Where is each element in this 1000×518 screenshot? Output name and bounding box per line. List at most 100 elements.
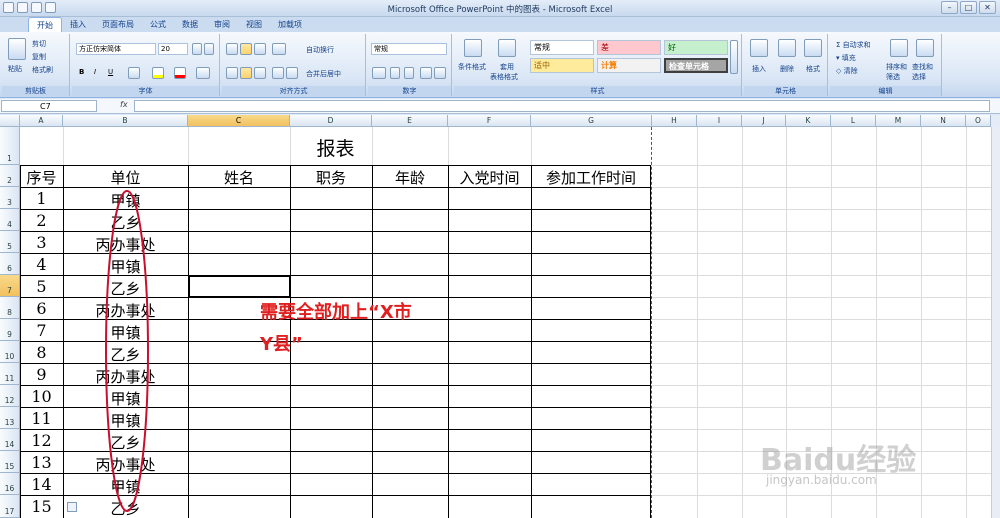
style-good[interactable]: 好 <box>664 40 728 55</box>
row-header[interactable]: 15 <box>0 451 20 473</box>
tab-view[interactable]: 视图 <box>238 17 270 32</box>
font-size-select[interactable]: 20 <box>158 43 188 55</box>
tab-page-layout[interactable]: 页面布局 <box>94 17 142 32</box>
align-center-icon[interactable] <box>240 67 252 79</box>
col-header[interactable]: B <box>63 115 188 127</box>
increase-indent-icon[interactable] <box>286 67 298 79</box>
col-header[interactable]: C <box>188 115 290 127</box>
delete-cells-icon[interactable] <box>778 39 796 57</box>
conditional-format-icon[interactable] <box>464 39 482 57</box>
table-format-button[interactable]: 套用 <box>500 62 514 72</box>
row-header[interactable]: 6 <box>0 253 20 275</box>
row-header[interactable]: 12 <box>0 385 20 407</box>
row-header[interactable]: 10 <box>0 341 20 363</box>
worksheet[interactable]: 报表 序号 单位 姓名 职务 年龄 入党时间 参加工作时间 1 甲镇 2 乙乡 3 丙办事… <box>20 127 1000 518</box>
name-box[interactable]: C7 <box>1 100 97 112</box>
cut-button[interactable]: 剪切 <box>32 39 46 49</box>
col-header[interactable]: M <box>876 115 921 127</box>
col-header[interactable]: F <box>448 115 531 127</box>
copy-button[interactable]: 复制 <box>32 52 46 62</box>
bold-button[interactable]: B <box>79 68 84 76</box>
grow-font-icon[interactable] <box>192 43 202 55</box>
number-format-select[interactable]: 常规 <box>371 43 447 55</box>
paste-button[interactable]: 粘贴 <box>8 64 22 74</box>
vertical-scrollbar[interactable] <box>991 127 1000 518</box>
minimize-button[interactable]: – <box>941 1 958 14</box>
insert-button[interactable]: 插入 <box>752 64 766 74</box>
align-left-icon[interactable] <box>226 67 238 79</box>
align-bottom-icon[interactable] <box>254 43 266 55</box>
sort-filter-button[interactable]: 排序和 <box>886 62 907 72</box>
tab-addins[interactable]: 加载项 <box>270 17 310 32</box>
col-header[interactable]: J <box>742 115 786 127</box>
table-format-button-line2[interactable]: 表格格式 <box>490 72 518 82</box>
font-color-icon[interactable] <box>174 67 186 79</box>
col-header[interactable]: I <box>697 115 742 127</box>
style-neutral[interactable]: 适中 <box>530 58 594 73</box>
row-header[interactable]: 2 <box>0 165 20 187</box>
conditional-format-button[interactable]: 条件格式 <box>458 62 486 72</box>
formula-input[interactable] <box>134 100 990 112</box>
style-bad[interactable]: 差 <box>597 40 661 55</box>
col-header[interactable]: E <box>372 115 448 127</box>
decrease-decimal-icon[interactable] <box>434 67 446 79</box>
col-header[interactable]: N <box>921 115 966 127</box>
style-normal[interactable]: 常规 <box>530 40 594 55</box>
row-header[interactable]: 11 <box>0 363 20 385</box>
find-select-button[interactable]: 查找和 <box>912 62 933 72</box>
paste-options-icon[interactable] <box>67 502 77 512</box>
sort-filter-button-line2[interactable]: 筛选 <box>886 72 900 82</box>
format-cells-icon[interactable] <box>804 39 822 57</box>
style-check-cell[interactable]: 检查单元格 <box>664 58 728 73</box>
row-header[interactable]: 3 <box>0 187 20 209</box>
autosum-button[interactable]: Σ 自动求和 <box>836 40 871 50</box>
sort-filter-icon[interactable] <box>890 39 908 57</box>
clear-button[interactable]: ◇ 清除 <box>836 66 858 76</box>
col-header[interactable]: A <box>20 115 63 127</box>
underline-button[interactable]: U <box>108 68 113 76</box>
border-icon[interactable] <box>128 67 140 79</box>
row-header[interactable]: 1 <box>0 127 20 165</box>
tab-formulas[interactable]: 公式 <box>142 17 174 32</box>
find-select-icon[interactable] <box>916 39 934 57</box>
orientation-icon[interactable] <box>272 43 286 55</box>
delete-button[interactable]: 删除 <box>780 64 794 74</box>
wrap-text-button[interactable]: 自动换行 <box>306 45 334 55</box>
tab-home[interactable]: 开始 <box>28 17 62 32</box>
row-header[interactable]: 13 <box>0 407 20 429</box>
format-button[interactable]: 格式 <box>806 64 820 74</box>
fill-color-icon[interactable] <box>152 67 164 79</box>
font-name-select[interactable]: 方正仿宋简体 <box>76 43 156 55</box>
tab-insert[interactable]: 插入 <box>62 17 94 32</box>
decrease-indent-icon[interactable] <box>272 67 284 79</box>
row-header[interactable]: 9 <box>0 319 20 341</box>
maximize-button[interactable]: □ <box>960 1 977 14</box>
select-all-corner[interactable] <box>0 115 20 127</box>
row-header[interactable]: 17 <box>0 495 20 518</box>
row-header[interactable]: 14 <box>0 429 20 451</box>
row-header[interactable]: 7 <box>0 275 20 297</box>
paste-icon[interactable] <box>8 38 26 60</box>
format-painter-button[interactable]: 格式刷 <box>32 65 53 75</box>
italic-button[interactable]: I <box>94 68 96 76</box>
row-header[interactable]: 5 <box>0 231 20 253</box>
percent-icon[interactable] <box>390 67 400 79</box>
tab-data[interactable]: 数据 <box>174 17 206 32</box>
col-header[interactable]: L <box>831 115 876 127</box>
currency-icon[interactable] <box>372 67 386 79</box>
find-select-button-line2[interactable]: 选择 <box>912 72 926 82</box>
styles-scroll-icon[interactable] <box>730 40 738 74</box>
col-header[interactable]: G <box>531 115 652 127</box>
style-calculation[interactable]: 计算 <box>597 58 661 73</box>
merge-center-button[interactable]: 合并后居中 <box>306 69 341 79</box>
row-header[interactable]: 8 <box>0 297 20 319</box>
comma-icon[interactable] <box>404 67 414 79</box>
tab-review[interactable]: 审阅 <box>206 17 238 32</box>
col-header[interactable]: O <box>966 115 991 127</box>
row-header[interactable]: 16 <box>0 473 20 495</box>
table-format-icon[interactable] <box>498 39 516 57</box>
col-header[interactable]: H <box>652 115 697 127</box>
fx-icon[interactable]: fx <box>120 100 128 109</box>
insert-cells-icon[interactable] <box>750 39 768 57</box>
shrink-font-icon[interactable] <box>204 43 214 55</box>
